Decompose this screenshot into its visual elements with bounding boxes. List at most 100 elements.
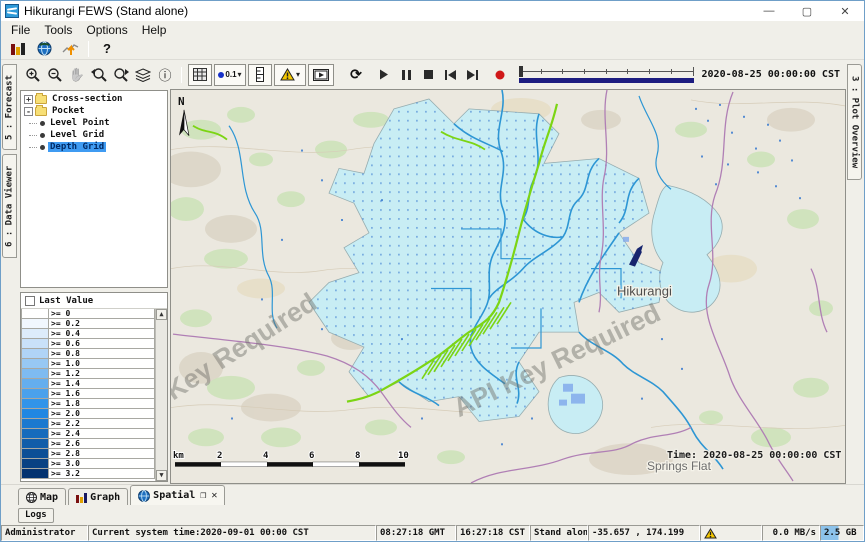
- tree-connector: [29, 123, 37, 124]
- movie-player-button[interactable]: [308, 64, 334, 86]
- zoom-next-button[interactable]: [110, 64, 132, 86]
- legend-row: >= 3.2: [21, 469, 155, 479]
- expand-icon[interactable]: +: [24, 95, 33, 104]
- legend-title: Last Value: [39, 296, 93, 306]
- pan-hand-button[interactable]: ✋: [66, 64, 88, 86]
- collapse-icon[interactable]: -: [24, 107, 33, 116]
- layers-button[interactable]: [132, 64, 154, 86]
- legend-label: >= 2.8: [49, 449, 155, 459]
- close-button[interactable]: ✕: [826, 1, 864, 21]
- time-slider[interactable]: [517, 64, 696, 86]
- legend-row: >= 0.2: [21, 319, 155, 329]
- bottom-tab-bar: Map Graph Spatial ❒ ✕: [1, 484, 864, 505]
- maximize-button[interactable]: ▢: [788, 1, 826, 21]
- map-view[interactable]: API Key Required API Key Required N km 2…: [170, 89, 846, 484]
- tab-data-viewer[interactable]: 6 : Data Viewer: [2, 154, 17, 258]
- pause-button[interactable]: [395, 64, 417, 86]
- grid-interval-dropdown[interactable]: 0.1 ▾: [214, 64, 246, 86]
- scroll-down-icon[interactable]: ▼: [156, 470, 167, 481]
- folder-icon: [35, 95, 47, 104]
- tree-item-label: Cross-section: [50, 94, 124, 104]
- skip-to-start-button[interactable]: [439, 64, 461, 86]
- minimize-button[interactable]: —: [750, 1, 788, 21]
- stop-button[interactable]: [417, 64, 439, 86]
- left-tab-strip: 5 : Forecast 6 : Data Viewer: [1, 60, 18, 484]
- tree-item-depth-grid[interactable]: Depth Grid: [22, 141, 166, 153]
- status-warning[interactable]: [700, 525, 762, 541]
- skip-to-end-button[interactable]: [461, 64, 483, 86]
- tab-forecast[interactable]: 5 : Forecast: [2, 64, 17, 150]
- timeseries-display-icon[interactable]: [57, 39, 83, 59]
- tree-item-cross-section[interactable]: + Cross-section: [22, 93, 166, 105]
- tab-graph[interactable]: Graph: [68, 488, 128, 505]
- warning-threshold-dropdown[interactable]: ▾: [274, 64, 306, 86]
- legend-swatch: [21, 329, 49, 339]
- scale-ruler-button[interactable]: [248, 64, 272, 86]
- legend-swatch: [21, 339, 49, 349]
- tree-item-level-grid[interactable]: Level Grid: [22, 129, 166, 141]
- zoom-out-button[interactable]: [44, 64, 66, 86]
- legend-label: >= 1.0: [49, 359, 155, 369]
- toolbar-separator: [181, 67, 182, 83]
- tab-label: Map: [40, 492, 58, 503]
- menu-file[interactable]: File: [4, 23, 37, 37]
- grid-display-button[interactable]: [188, 64, 212, 86]
- current-time-label: 2020-08-25 00:00:00 CST: [702, 69, 840, 80]
- map-toolbar: ✋ ⓘ 0.1 ▾ ▾ ⟳: [18, 60, 846, 89]
- legend-label: >= 1.2: [49, 369, 155, 379]
- legend-swatch: [21, 439, 49, 449]
- warning-icon: [704, 528, 717, 539]
- chevron-down-icon: ▾: [296, 70, 300, 79]
- legend-label: >= 0.2: [49, 319, 155, 329]
- tab-close-icon[interactable]: ✕: [211, 490, 217, 501]
- menu-tools[interactable]: Tools: [37, 23, 79, 37]
- last-value-checkbox[interactable]: [25, 296, 35, 306]
- legend-label: >= 0.8: [49, 349, 155, 359]
- animation-clock-button[interactable]: ⟳: [345, 64, 367, 86]
- legend-header: Last Value: [21, 293, 167, 309]
- window-title: Hikurangi FEWS (Stand alone): [24, 4, 188, 18]
- legend-label: >= 0.4: [49, 329, 155, 339]
- legend-row: >= 3.0: [21, 459, 155, 469]
- legend-scrollbar[interactable]: ▲ ▼: [155, 309, 167, 481]
- explorer-chart-icon[interactable]: [5, 39, 31, 59]
- logs-bar: Logs: [1, 505, 864, 525]
- tab-plot-overview[interactable]: 3 : Plot Overview: [847, 64, 862, 180]
- tree-item-level-point[interactable]: Level Point: [22, 117, 166, 129]
- tab-map[interactable]: Map: [18, 488, 66, 505]
- help-button[interactable]: ?: [94, 39, 120, 59]
- folder-icon: [35, 107, 47, 116]
- zoom-in-button[interactable]: [22, 64, 44, 86]
- legend-swatch: [21, 449, 49, 459]
- main-toolbar: ?: [1, 38, 864, 60]
- legend-row: >= 1.8: [21, 399, 155, 409]
- tab-label: Graph: [90, 492, 120, 503]
- menu-options[interactable]: Options: [79, 23, 134, 37]
- svg-text:4: 4: [263, 451, 268, 461]
- legend-row: >= 1.0: [21, 359, 155, 369]
- scroll-up-icon[interactable]: ▲: [156, 309, 167, 320]
- tree-item-label: Level Point: [48, 118, 112, 128]
- legend-row: >= 2.6: [21, 439, 155, 449]
- tab-maximize-icon[interactable]: ❒: [200, 490, 206, 501]
- globe-map-icon[interactable]: [31, 39, 57, 59]
- record-button[interactable]: [489, 64, 511, 86]
- status-user: Administrator: [1, 525, 88, 541]
- data-viewer-panel: + Cross-section - Pocket Level Point: [18, 89, 170, 484]
- play-button[interactable]: [373, 64, 395, 86]
- legend-swatch: [21, 399, 49, 409]
- logs-button[interactable]: Logs: [18, 508, 54, 523]
- tree-item-label: Pocket: [50, 106, 87, 116]
- legend-list: >= 0 >= 0.2 >= 0.4 >= 0.6 >= 0.8 >= 1.0 …: [21, 309, 167, 481]
- zoom-previous-button[interactable]: [88, 64, 110, 86]
- info-button[interactable]: ⓘ: [154, 64, 176, 86]
- chevron-down-icon: ▾: [238, 70, 242, 79]
- legend-panel: Last Value >= 0 >= 0.2 >= 0.4 >= 0.6 >= …: [20, 292, 168, 482]
- time-slider-handle[interactable]: [519, 66, 523, 77]
- tree-item-pocket[interactable]: - Pocket: [22, 105, 166, 117]
- app-logo-icon: [5, 4, 19, 18]
- menu-help[interactable]: Help: [135, 23, 174, 37]
- legend-label: >= 2.6: [49, 439, 155, 449]
- status-system-time: Current system time:2020-09-01 00:00 CST: [88, 525, 376, 541]
- tab-spatial[interactable]: Spatial ❒ ✕: [130, 485, 225, 505]
